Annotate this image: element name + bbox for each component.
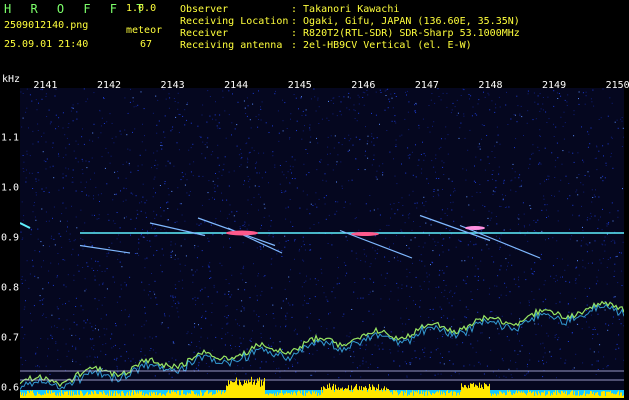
receiver-label: Receiver xyxy=(180,28,229,39)
antenna-value: : 2el-HB9CV Vertical (el. E-W) xyxy=(291,40,472,51)
info-header: H R O F F T 1.0.0 2509012140.png meteor … xyxy=(0,0,629,74)
frequency-tick-label: 1.0 xyxy=(1,182,20,194)
frequency-tick-label: 0.7 xyxy=(1,332,20,344)
spectrogram-background xyxy=(20,88,624,398)
frequency-axis: 1.1 1.0 0.9 0.8 0.7 0.6 xyxy=(0,88,20,398)
observer-label: Observer xyxy=(180,4,229,15)
meteor-count: 67 xyxy=(140,39,153,50)
location-label: Receiving Location xyxy=(180,16,289,27)
frequency-tick-label: 0.9 xyxy=(1,232,20,244)
app-version: 1.0.0 xyxy=(126,3,157,14)
observer-value: : Takanori Kawachi xyxy=(291,4,400,15)
spectrogram-plot xyxy=(20,88,624,398)
antenna-label: Receiving antenna xyxy=(180,40,283,51)
frequency-tick-label: 0.8 xyxy=(1,282,20,294)
meteor-label: meteor xyxy=(126,25,163,36)
receiver-value: : R820T2(RTL-SDR) SDR-Sharp 53.1000MHz xyxy=(291,28,520,39)
file-name: 2509012140.png xyxy=(4,20,89,31)
frequency-unit-label: kHz xyxy=(2,74,21,85)
capture-datetime: 25.09.01 21:40 xyxy=(4,39,89,50)
meteor-echo-head xyxy=(351,232,379,236)
hrofft-window: H R O F F T 1.0.0 2509012140.png meteor … xyxy=(0,0,629,400)
frequency-tick-label: 1.1 xyxy=(1,132,20,144)
location-value: : Ogaki, Gifu, JAPAN (136.60E, 35.35N) xyxy=(291,16,520,27)
spectrogram-canvas xyxy=(20,88,624,398)
time-axis: 2141 2142 2143 2144 2145 2146 2147 2148 2149 2150 xyxy=(20,74,629,91)
meteor-echo-head xyxy=(226,230,258,236)
frequency-tick-label: 0.6 xyxy=(1,382,20,394)
meteor-echo-head xyxy=(465,226,485,230)
